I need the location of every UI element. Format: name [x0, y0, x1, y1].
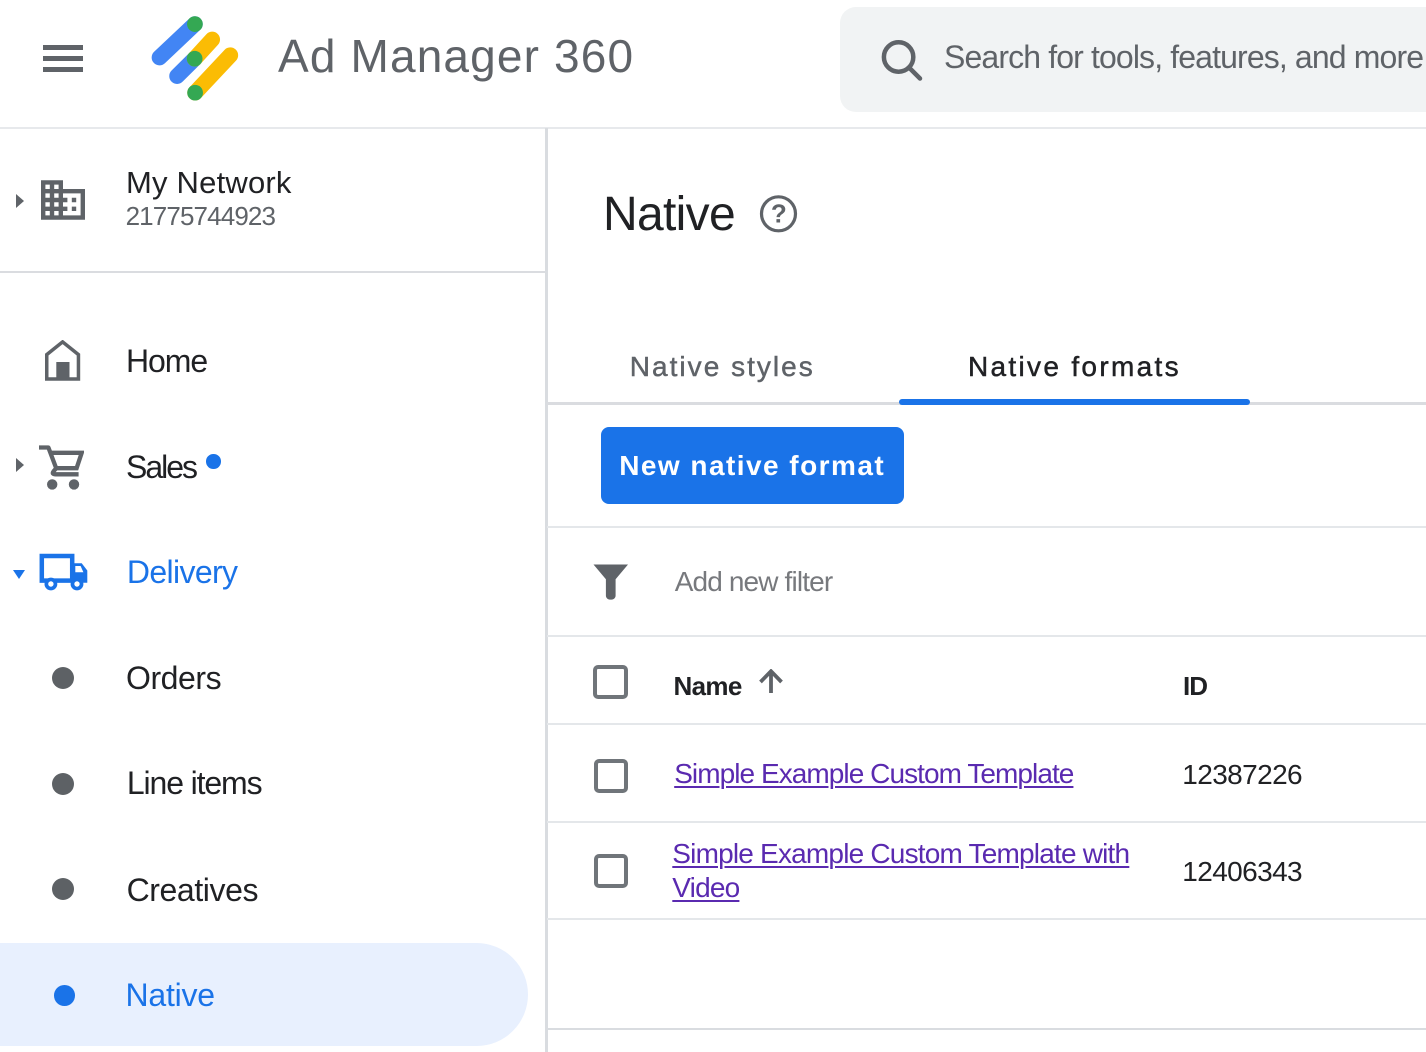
svg-text:?: ? [771, 199, 787, 229]
